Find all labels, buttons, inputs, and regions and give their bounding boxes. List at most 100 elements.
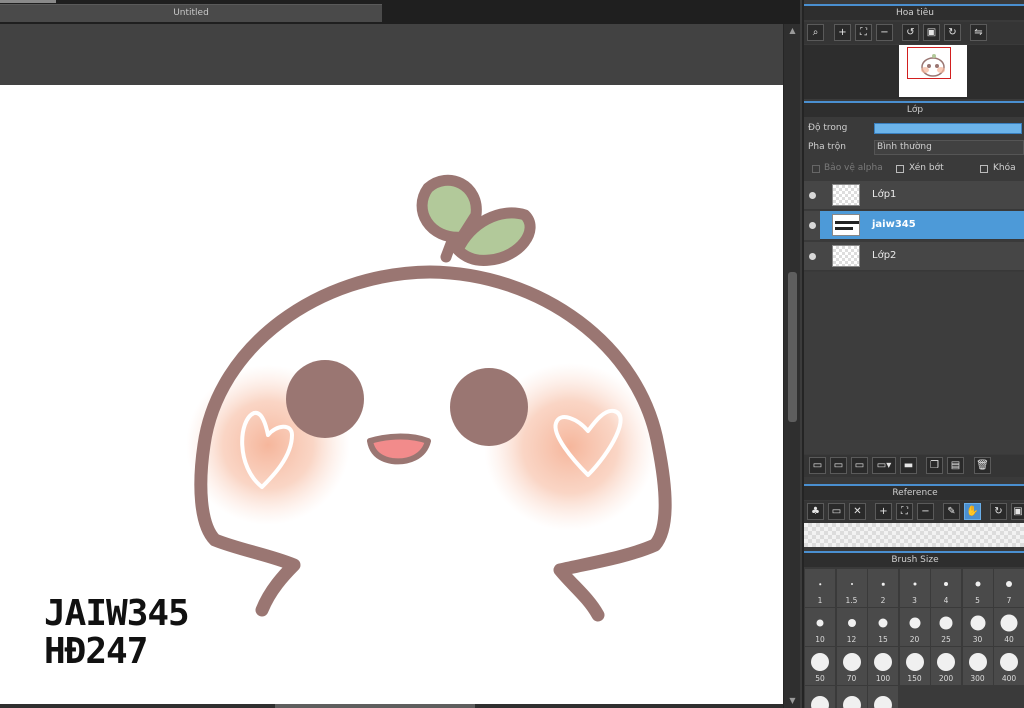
navigator-view-frame[interactable] bbox=[907, 47, 951, 79]
blend-mode-select[interactable]: Bình thường bbox=[874, 140, 1024, 155]
zoom-in-icon[interactable]: + bbox=[834, 24, 851, 41]
scroll-up-icon[interactable]: ▲ bbox=[784, 24, 801, 38]
brush-size-cell[interactable]: 15 bbox=[868, 608, 898, 646]
close-icon[interactable]: ✕ bbox=[849, 503, 866, 520]
brush-size-cell[interactable]: 3 bbox=[899, 569, 930, 607]
brush-size-label: 70 bbox=[846, 674, 857, 683]
brush-dot-icon bbox=[905, 653, 924, 671]
brush-size-cell[interactable]: 10 bbox=[805, 608, 835, 646]
brush-dot-icon bbox=[913, 582, 916, 586]
add-layer-dropdown-icon[interactable]: ▭▾ bbox=[872, 457, 896, 474]
lock-checkbox[interactable] bbox=[980, 165, 988, 173]
brush-size-cell[interactable]: 25 bbox=[931, 608, 961, 646]
right-panel: Hoa tiêu ⌕ + ⛶ − ↺ ▣ ↻ ⇋ Lớp Độ trong Ph… bbox=[802, 0, 1024, 708]
fit-icon[interactable]: ▣ bbox=[1011, 503, 1024, 520]
brush-size-cell[interactable]: 4 bbox=[931, 569, 961, 607]
new-layer-icon[interactable]: ▭ bbox=[809, 457, 826, 474]
brush-dot-icon bbox=[944, 582, 948, 586]
brush-dot-icon bbox=[874, 653, 892, 671]
brush-size-cell[interactable] bbox=[836, 686, 867, 708]
visibility-eye-icon[interactable] bbox=[809, 192, 816, 199]
brush-dot-icon bbox=[937, 653, 955, 671]
tree-icon[interactable]: ♣ bbox=[807, 503, 824, 520]
brush-size-cell[interactable]: 7 bbox=[994, 569, 1024, 607]
delete-layer-icon[interactable]: 🗑 bbox=[974, 457, 991, 474]
fit-screen-icon[interactable]: ⛶ bbox=[896, 503, 913, 520]
brush-size-cell[interactable]: 50 bbox=[805, 647, 835, 685]
hand-icon[interactable]: ✋ bbox=[964, 503, 981, 520]
brush-size-cell[interactable]: 40 bbox=[994, 608, 1024, 646]
app-window: Untitled JAIW345 HĐ247 ▲ ▼ Hoa tiêu ⌕ + … bbox=[0, 0, 1024, 708]
tab-document[interactable]: Untitled bbox=[0, 4, 382, 22]
layer-row-lop1[interactable]: Lớp1 bbox=[804, 181, 1024, 210]
new-folder-icon[interactable]: ▬ bbox=[900, 457, 917, 474]
brush-size-cell[interactable]: 5 bbox=[962, 569, 993, 607]
layer-thumbnail bbox=[832, 245, 860, 267]
opacity-row: Độ trong bbox=[804, 120, 1024, 138]
open-folder-icon[interactable]: ▭ bbox=[828, 503, 845, 520]
opacity-label: Độ trong bbox=[808, 123, 848, 133]
brush-size-label: 40 bbox=[1004, 635, 1014, 644]
zoom-fit-icon[interactable]: ⌕ bbox=[807, 24, 824, 41]
brush-size-cell[interactable]: 30 bbox=[962, 608, 993, 646]
opacity-slider[interactable] bbox=[874, 123, 1022, 134]
reference-toolbar: ♣ ▭ ✕ + ⛶ − ✎ ✋ ↻ ▣ bbox=[804, 501, 1024, 523]
brush-size-cell[interactable] bbox=[868, 686, 898, 708]
brush-size-cell[interactable]: 400 bbox=[994, 647, 1024, 685]
layers-list-empty-area[interactable] bbox=[804, 272, 1024, 454]
brush-size-cell[interactable]: 1 bbox=[805, 569, 835, 607]
navigator-header: Hoa tiêu bbox=[804, 4, 1024, 20]
vertical-scroll-thumb[interactable] bbox=[788, 272, 797, 422]
clipping-checkbox[interactable] bbox=[896, 165, 904, 173]
vertical-scrollbar[interactable]: ▲ ▼ bbox=[783, 24, 800, 708]
brush-size-cell[interactable] bbox=[805, 686, 835, 708]
rotate-left-icon[interactable]: ↺ bbox=[902, 24, 919, 41]
new-layer-alt-icon[interactable]: ▭ bbox=[830, 457, 847, 474]
brush-size-label: 15 bbox=[878, 635, 888, 644]
visibility-eye-icon[interactable] bbox=[809, 253, 816, 260]
navigator-preview[interactable] bbox=[804, 45, 1024, 99]
brush-size-cell[interactable]: 1.5 bbox=[836, 569, 867, 607]
rotate-right-icon[interactable]: ↻ bbox=[944, 24, 961, 41]
protect-alpha-checkbox[interactable] bbox=[812, 165, 820, 173]
layers-header: Lớp bbox=[804, 101, 1024, 117]
brush-dot-icon bbox=[878, 618, 888, 628]
brush-dot-icon bbox=[968, 653, 987, 671]
reference-image-area[interactable] bbox=[804, 523, 1024, 547]
brush-size-cell[interactable]: 150 bbox=[899, 647, 930, 685]
brush-size-label: 30 bbox=[972, 635, 983, 644]
new-layer-special-icon[interactable]: ▭ bbox=[851, 457, 868, 474]
fit-screen-icon[interactable]: ⛶ bbox=[855, 24, 872, 41]
brush-size-label: 3 bbox=[912, 596, 917, 605]
layer-options-row: Bảo vệ alpha Xén bớt Khóa bbox=[804, 160, 1024, 178]
brush-size-cell[interactable]: 100 bbox=[868, 647, 898, 685]
brush-size-label: 20 bbox=[909, 635, 920, 644]
merge-layer-icon[interactable]: ▤ bbox=[947, 457, 964, 474]
brush-dot-icon bbox=[970, 615, 985, 631]
brush-size-cell[interactable]: 20 bbox=[899, 608, 930, 646]
signature-text: JAIW345 HĐ247 bbox=[44, 595, 190, 671]
brush-size-label: 25 bbox=[941, 635, 951, 644]
layer-row-jaiw345[interactable]: jaiw345 bbox=[804, 211, 1024, 240]
visibility-eye-icon[interactable] bbox=[809, 222, 816, 229]
flip-icon[interactable]: ⇋ bbox=[970, 24, 987, 41]
zoom-out-icon[interactable]: − bbox=[876, 24, 893, 41]
blend-row: Pha trộn Bình thường bbox=[804, 139, 1024, 157]
horizontal-scroll-thumb[interactable] bbox=[275, 704, 475, 708]
layer-row-lop2[interactable]: Lớp2 bbox=[804, 242, 1024, 271]
drawing-canvas[interactable]: JAIW345 HĐ247 bbox=[0, 85, 783, 704]
brush-size-cell[interactable]: 12 bbox=[836, 608, 867, 646]
rotate-icon[interactable]: ↻ bbox=[990, 503, 1007, 520]
duplicate-layer-icon[interactable]: ❐ bbox=[926, 457, 943, 474]
horizontal-scrollbar[interactable] bbox=[0, 704, 783, 708]
eyedropper-icon[interactable]: ✎ bbox=[943, 503, 960, 520]
brush-size-cell[interactable]: 200 bbox=[931, 647, 961, 685]
zoom-in-icon[interactable]: + bbox=[875, 503, 892, 520]
brush-size-cell[interactable]: 70 bbox=[836, 647, 867, 685]
brush-size-cell[interactable]: 2 bbox=[868, 569, 898, 607]
brush-dot-icon bbox=[1000, 614, 1018, 632]
actual-size-icon[interactable]: ▣ bbox=[923, 24, 940, 41]
scroll-down-icon[interactable]: ▼ bbox=[784, 694, 801, 708]
brush-size-cell[interactable]: 300 bbox=[962, 647, 993, 685]
zoom-out-icon[interactable]: − bbox=[917, 503, 934, 520]
